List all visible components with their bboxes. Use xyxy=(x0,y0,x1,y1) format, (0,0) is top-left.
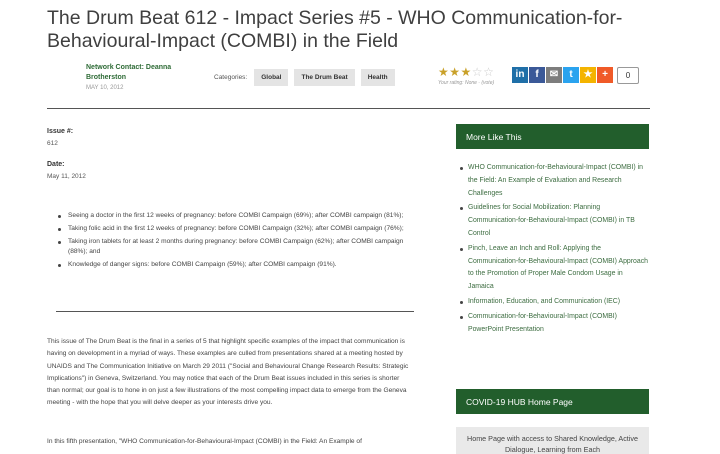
related-link[interactable]: Communication-for-Behavioural-Impact (CO… xyxy=(460,311,650,337)
category-tag-the-drum-beat[interactable]: The Drum Beat xyxy=(294,69,355,86)
categories-label: Categories: xyxy=(214,74,248,81)
star-icon[interactable]: ☆ xyxy=(472,65,483,79)
rating-stars: ★★★☆☆ xyxy=(438,66,494,79)
related-link[interactable]: Pinch, Leave an Inch and Roll: Applying … xyxy=(460,243,650,294)
contact-name-link[interactable]: Network Contact: Deanna Brotherston xyxy=(86,63,196,83)
related-link[interactable]: Guidelines for Social Mobilization: Plan… xyxy=(460,202,650,240)
email-icon[interactable]: ✉ xyxy=(546,67,562,83)
date-value: May 11, 2012 xyxy=(47,173,86,180)
list-divider xyxy=(56,311,414,312)
more-like-this-heading: More Like This xyxy=(456,124,649,149)
issue-meta: Issue #: 612 xyxy=(47,128,73,147)
list-item: Knowledge of danger signs: before COMBI … xyxy=(56,260,408,271)
star-icon[interactable]: ★ xyxy=(449,65,460,79)
rating-note: Your rating: None · (vote) xyxy=(438,80,495,86)
list-item: Taking iron tablets for at least 2 month… xyxy=(56,237,408,259)
contact-date: MAY 10, 2012 xyxy=(86,85,124,91)
categories: Categories: Global The Drum Beat Health xyxy=(214,69,401,86)
list-item: Taking folic acid in the first 12 weeks … xyxy=(56,224,408,235)
issue-label: Issue #: xyxy=(47,128,74,135)
network-contact: Network Contact: Deanna Brotherston MAY … xyxy=(86,63,196,91)
related-link[interactable]: Information, Education, and Communicatio… xyxy=(460,296,650,309)
twitter-icon[interactable]: t xyxy=(563,67,579,83)
date-label: Date: xyxy=(47,161,65,168)
linkedin-icon[interactable]: in xyxy=(512,67,528,83)
related-link[interactable]: WHO Communication-for-Behavioural-Impact… xyxy=(460,162,650,200)
rating-widget: ★★★☆☆ Your rating: None · (vote) xyxy=(438,66,495,87)
page-title: The Drum Beat 612 - Impact Series #5 - W… xyxy=(47,7,623,52)
body-paragraph: In this fifth presentation, "WHO Communi… xyxy=(47,438,362,445)
more-like-this-list: WHO Communication-for-Behavioural-Impact… xyxy=(460,162,650,338)
share-count: 0 xyxy=(617,67,639,84)
covid-hub-box[interactable]: Home Page with access to Shared Knowledg… xyxy=(456,427,649,454)
date-meta: Date: May 11, 2012 xyxy=(47,161,86,180)
impact-results-list: Seeing a doctor in the first 12 weeks of… xyxy=(56,211,408,273)
body-paragraph: This issue of The Drum Beat is the final… xyxy=(47,338,409,407)
favorite-icon[interactable]: ★ xyxy=(580,67,596,83)
covid-hub-heading[interactable]: COVID-19 HUB Home Page xyxy=(456,389,649,414)
plus-icon[interactable]: + xyxy=(597,67,613,83)
star-icon[interactable]: ★ xyxy=(461,65,472,79)
share-bar: in f ✉ t ★ +0 xyxy=(512,67,639,84)
star-icon[interactable]: ☆ xyxy=(483,65,494,79)
facebook-icon[interactable]: f xyxy=(529,67,545,83)
star-icon[interactable]: ★ xyxy=(438,65,449,79)
issue-value: 612 xyxy=(47,140,58,147)
category-tag-global[interactable]: Global xyxy=(254,69,289,86)
list-item: Seeing a doctor in the first 12 weeks of… xyxy=(56,211,408,222)
category-tag-health[interactable]: Health xyxy=(360,69,395,86)
header-divider xyxy=(47,108,650,109)
